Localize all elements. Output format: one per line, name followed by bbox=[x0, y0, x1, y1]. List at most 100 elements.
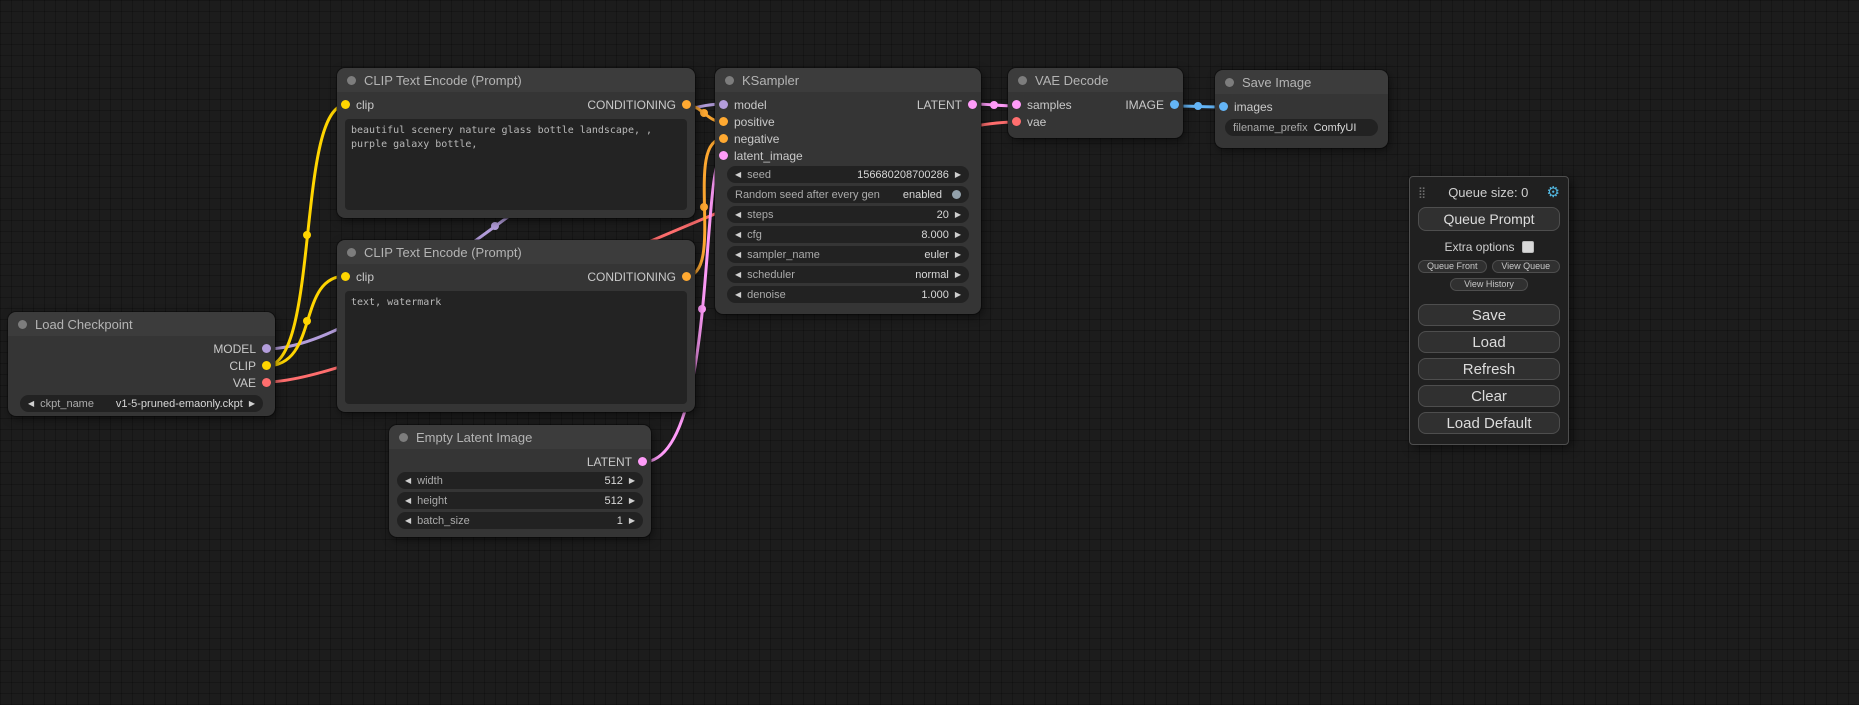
decrement-arrow-icon[interactable]: ◀ bbox=[405, 477, 411, 485]
decrement-arrow-icon[interactable]: ◀ bbox=[735, 271, 741, 279]
queue-prompt-button[interactable]: Queue Prompt bbox=[1418, 207, 1560, 231]
node-save-image[interactable]: Save Image images filename_prefix ComfyU… bbox=[1215, 70, 1388, 148]
vae-input-port[interactable] bbox=[1012, 117, 1021, 126]
increment-arrow-icon[interactable]: ▶ bbox=[955, 251, 961, 259]
conditioning-output-port[interactable] bbox=[682, 272, 691, 281]
extra-options-checkbox[interactable] bbox=[1522, 241, 1534, 253]
decrement-arrow-icon[interactable]: ◀ bbox=[405, 497, 411, 505]
collapse-dot-icon[interactable] bbox=[1018, 76, 1027, 85]
latent-output-port[interactable] bbox=[968, 100, 977, 109]
prompt-textarea[interactable]: beautiful scenery nature glass bottle la… bbox=[345, 119, 687, 210]
settings-gear-icon[interactable]: ⚙ bbox=[1547, 185, 1560, 200]
node-title-bar[interactable]: CLIP Text Encode (Prompt) bbox=[337, 240, 695, 264]
increment-arrow-icon[interactable]: ▶ bbox=[955, 231, 961, 239]
queue-size-label: Queue size: 0 bbox=[1430, 185, 1546, 200]
decrement-arrow-icon[interactable]: ◀ bbox=[405, 517, 411, 525]
conditioning-output-port[interactable] bbox=[682, 100, 691, 109]
clip-output-port[interactable] bbox=[262, 361, 271, 370]
collapse-dot-icon[interactable] bbox=[18, 320, 27, 329]
widget-label: cfg bbox=[747, 229, 762, 241]
sampler-name-widget[interactable]: ◀ sampler_name euler ▶ bbox=[727, 246, 969, 263]
node-title-label: CLIP Text Encode (Prompt) bbox=[364, 73, 522, 88]
load-button[interactable]: Load bbox=[1418, 331, 1560, 353]
decrement-arrow-icon[interactable]: ◀ bbox=[28, 400, 34, 408]
filename-prefix-widget[interactable]: filename_prefix ComfyUI bbox=[1225, 119, 1378, 136]
collapse-dot-icon[interactable] bbox=[347, 76, 356, 85]
collapse-dot-icon[interactable] bbox=[725, 76, 734, 85]
view-queue-button[interactable]: View Queue bbox=[1492, 260, 1561, 273]
increment-arrow-icon[interactable]: ▶ bbox=[955, 211, 961, 219]
model-input-port[interactable] bbox=[719, 100, 728, 109]
random-seed-widget[interactable]: Random seed after every gen enabled bbox=[727, 186, 969, 203]
node-title-bar[interactable]: CLIP Text Encode (Prompt) bbox=[337, 68, 695, 92]
widget-label: denoise bbox=[747, 289, 786, 301]
width-widget[interactable]: ◀ width 512 ▶ bbox=[397, 472, 643, 489]
output-label: CONDITIONING bbox=[587, 98, 676, 112]
node-ksampler[interactable]: KSampler model LATENT positive negative … bbox=[715, 68, 981, 314]
latent-output-port[interactable] bbox=[638, 457, 647, 466]
increment-arrow-icon[interactable]: ▶ bbox=[955, 171, 961, 179]
increment-arrow-icon[interactable]: ▶ bbox=[249, 400, 255, 408]
decrement-arrow-icon[interactable]: ◀ bbox=[735, 251, 741, 259]
clear-button[interactable]: Clear bbox=[1418, 385, 1560, 407]
node-title-bar[interactable]: Save Image bbox=[1215, 70, 1388, 94]
node-graph-canvas[interactable]: Load Checkpoint MODEL CLIP VAE ◀ ckpt_na… bbox=[0, 0, 1859, 705]
widget-value: 512 bbox=[604, 475, 622, 487]
node-title-bar[interactable]: KSampler bbox=[715, 68, 981, 92]
node-title-label: CLIP Text Encode (Prompt) bbox=[364, 245, 522, 260]
widget-label: width bbox=[417, 475, 443, 487]
output-label: LATENT bbox=[917, 98, 962, 112]
node-title-bar[interactable]: Load Checkpoint bbox=[8, 312, 275, 336]
seed-widget[interactable]: ◀ seed 156680208700286 ▶ bbox=[727, 166, 969, 183]
save-button[interactable]: Save bbox=[1418, 304, 1560, 326]
samples-input-port[interactable] bbox=[1012, 100, 1021, 109]
denoise-widget[interactable]: ◀ denoise 1.000 ▶ bbox=[727, 286, 969, 303]
height-widget[interactable]: ◀ height 512 ▶ bbox=[397, 492, 643, 509]
link-midpoint-dot bbox=[698, 305, 706, 313]
images-input-port[interactable] bbox=[1219, 102, 1228, 111]
cfg-widget[interactable]: ◀ cfg 8.000 ▶ bbox=[727, 226, 969, 243]
clip-input-port[interactable] bbox=[341, 100, 350, 109]
node-title-label: Save Image bbox=[1242, 75, 1311, 90]
collapse-dot-icon[interactable] bbox=[1225, 78, 1234, 87]
node-vae-decode[interactable]: VAE Decode samples IMAGE vae bbox=[1008, 68, 1183, 138]
node-title-bar[interactable]: VAE Decode bbox=[1008, 68, 1183, 92]
decrement-arrow-icon[interactable]: ◀ bbox=[735, 171, 741, 179]
ckpt-name-widget[interactable]: ◀ ckpt_name v1-5-pruned-emaonly.ckpt ▶ bbox=[20, 395, 263, 412]
increment-arrow-icon[interactable]: ▶ bbox=[629, 477, 635, 485]
negative-input-port[interactable] bbox=[719, 134, 728, 143]
positive-input-port[interactable] bbox=[719, 117, 728, 126]
decrement-arrow-icon[interactable]: ◀ bbox=[735, 211, 741, 219]
increment-arrow-icon[interactable]: ▶ bbox=[955, 271, 961, 279]
node-empty-latent-image[interactable]: Empty Latent Image LATENT ◀ width 512 ▶ … bbox=[389, 425, 651, 537]
increment-arrow-icon[interactable]: ▶ bbox=[955, 291, 961, 299]
collapse-dot-icon[interactable] bbox=[347, 248, 356, 257]
increment-arrow-icon[interactable]: ▶ bbox=[629, 497, 635, 505]
node-clip-text-encode-negative[interactable]: CLIP Text Encode (Prompt) clip CONDITION… bbox=[337, 240, 695, 412]
vae-output-port[interactable] bbox=[262, 378, 271, 387]
model-output-port[interactable] bbox=[262, 344, 271, 353]
steps-widget[interactable]: ◀ steps 20 ▶ bbox=[727, 206, 969, 223]
decrement-arrow-icon[interactable]: ◀ bbox=[735, 291, 741, 299]
clip-input-port[interactable] bbox=[341, 272, 350, 281]
node-load-checkpoint[interactable]: Load Checkpoint MODEL CLIP VAE ◀ ckpt_na… bbox=[8, 312, 275, 416]
increment-arrow-icon[interactable]: ▶ bbox=[629, 517, 635, 525]
refresh-button[interactable]: Refresh bbox=[1418, 358, 1560, 380]
scheduler-widget[interactable]: ◀ scheduler normal ▶ bbox=[727, 266, 969, 283]
randomize-toggle-icon[interactable] bbox=[952, 190, 961, 199]
drag-handle-icon[interactable]: ⣿ bbox=[1418, 186, 1426, 199]
batch-size-widget[interactable]: ◀ batch_size 1 ▶ bbox=[397, 512, 643, 529]
image-output-port[interactable] bbox=[1170, 100, 1179, 109]
node-clip-text-encode-positive[interactable]: CLIP Text Encode (Prompt) clip CONDITION… bbox=[337, 68, 695, 218]
node-title-bar[interactable]: Empty Latent Image bbox=[389, 425, 651, 449]
latent-image-input-port[interactable] bbox=[719, 151, 728, 160]
decrement-arrow-icon[interactable]: ◀ bbox=[735, 231, 741, 239]
output-label: VAE bbox=[233, 376, 256, 390]
load-default-button[interactable]: Load Default bbox=[1418, 412, 1560, 434]
prompt-textarea[interactable]: text, watermark bbox=[345, 291, 687, 404]
input-label: samples bbox=[1027, 98, 1072, 112]
view-history-button[interactable]: View History bbox=[1450, 278, 1528, 291]
collapse-dot-icon[interactable] bbox=[399, 433, 408, 442]
link-midpoint-dot bbox=[990, 101, 998, 109]
queue-front-button[interactable]: Queue Front bbox=[1418, 260, 1487, 273]
